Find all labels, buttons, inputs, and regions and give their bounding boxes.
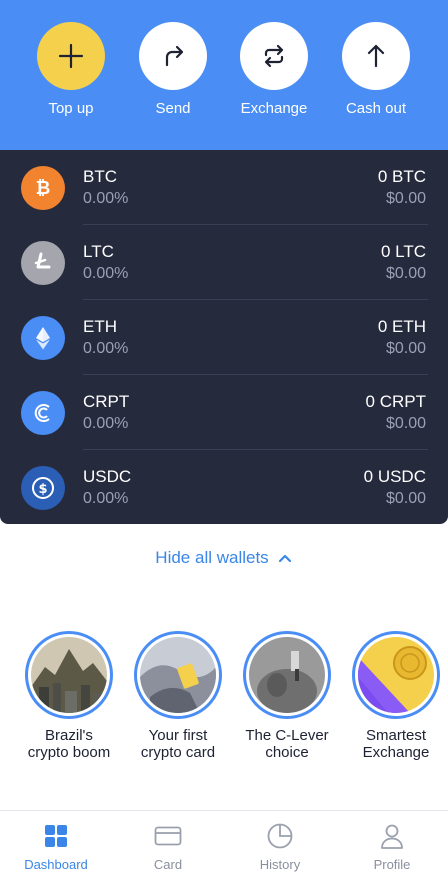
wallet-usd-value: $0.00	[385, 265, 426, 282]
svg-text:₿: ₿	[36, 178, 51, 199]
wallet-amount: 0 ETH	[377, 317, 426, 336]
top-up-button[interactable]: Top up	[26, 22, 116, 117]
story-thumbnail-image	[140, 637, 216, 713]
wallet-symbol: USDC	[83, 467, 132, 486]
story-c-lever-choice[interactable]: The C-Lever choice	[232, 631, 342, 761]
tab-profile[interactable]: Profile	[336, 811, 448, 884]
wallet-symbol: LTC	[83, 242, 114, 261]
wallet-row-btc[interactable]: ₿ BTC 0.00% 0 BTC $0.00	[0, 150, 448, 225]
tab-history[interactable]: History	[224, 811, 336, 884]
story-title: The C-Lever choice	[245, 727, 329, 761]
wallet-percent: 0.00%	[83, 415, 129, 432]
hide-wallets-label: Hide all wallets	[155, 548, 269, 567]
cash-out-button[interactable]: Cash out	[331, 22, 421, 117]
wallet-percent: 0.00%	[83, 265, 129, 282]
wallet-usd-value: $0.00	[385, 190, 426, 207]
top-up-label: Top up	[48, 100, 94, 117]
story-ring	[25, 631, 113, 719]
usdc-icon: $	[21, 466, 65, 510]
ethereum-icon	[21, 316, 65, 360]
nav-label: Dashboard	[24, 857, 88, 872]
history-pie-icon	[267, 823, 293, 849]
litecoin-icon	[21, 241, 65, 285]
nav-label: Profile	[373, 857, 411, 872]
profile-icon	[381, 824, 403, 849]
story-thumbnail-image	[358, 637, 434, 713]
wallet-symbol: BTC	[83, 167, 117, 186]
dashboard-grid-icon	[45, 825, 67, 847]
wallet-percent: 0.00%	[83, 340, 129, 357]
hide-wallets-button[interactable]: Hide all wallets	[0, 548, 448, 568]
wallet-amount: 0 CRPT	[365, 392, 426, 411]
wallet-usd-value: $0.00	[385, 415, 426, 432]
tab-card[interactable]: Card	[112, 811, 224, 884]
wallet-row-crpt[interactable]: CRPT 0.00% 0 CRPT $0.00	[0, 375, 448, 450]
story-first-crypto-card[interactable]: Your first crypto card	[123, 631, 233, 761]
story-ring	[134, 631, 222, 719]
nav-label: Card	[153, 857, 183, 872]
plus-icon	[37, 22, 105, 90]
bottom-navigation: Dashboard Card History Profile	[0, 810, 448, 884]
story-title: Brazil's crypto boom	[27, 727, 111, 761]
action-bar: Top up Send Exchange Cash out	[0, 0, 448, 150]
arrow-up-icon	[342, 22, 410, 90]
card-icon	[154, 826, 182, 846]
crypterium-icon	[21, 391, 65, 435]
tab-dashboard[interactable]: Dashboard	[0, 811, 112, 884]
cash-out-label: Cash out	[345, 100, 407, 117]
story-smartest-exchange[interactable]: Smartest Exchange	[341, 631, 448, 761]
wallet-percent: 0.00%	[83, 190, 129, 207]
bitcoin-icon: ₿	[21, 166, 65, 210]
wallet-usd-value: $0.00	[385, 490, 426, 507]
wallet-row-eth[interactable]: ETH 0.00% 0 ETH $0.00	[0, 300, 448, 375]
wallet-symbol: CRPT	[83, 392, 130, 411]
exchange-button[interactable]: Exchange	[229, 22, 319, 117]
nav-label: History	[259, 857, 301, 872]
wallet-symbol: ETH	[83, 317, 117, 336]
story-thumbnail-image	[31, 637, 107, 713]
send-arrow-icon	[139, 22, 207, 90]
wallet-row-usdc[interactable]: $ USDC 0.00% 0 USDC $0.00	[0, 450, 448, 525]
send-button[interactable]: Send	[128, 22, 218, 117]
wallet-percent: 0.00%	[83, 490, 129, 507]
story-title: Smartest Exchange	[362, 727, 430, 761]
story-ring	[243, 631, 331, 719]
wallet-row-ltc[interactable]: LTC 0.00% 0 LTC $0.00	[0, 225, 448, 300]
send-label: Send	[155, 100, 191, 117]
wallet-amount: 0 BTC	[377, 167, 426, 186]
story-brazil-crypto-boom[interactable]: Brazil's crypto boom	[14, 631, 124, 761]
wallet-list: ₿ BTC 0.00% 0 BTC $0.00 LTC 0.00% 0 LTC …	[0, 150, 448, 524]
exchange-label: Exchange	[240, 100, 308, 117]
story-thumbnail-image	[249, 637, 325, 713]
exchange-icon	[240, 22, 308, 90]
wallet-amount: 0 LTC	[380, 242, 426, 261]
wallet-usd-value: $0.00	[385, 340, 426, 357]
wallet-amount: 0 USDC	[363, 467, 426, 486]
chevron-up-icon	[278, 554, 291, 563]
story-title: Your first crypto card	[140, 727, 216, 761]
story-ring	[352, 631, 440, 719]
svg-text:$: $	[38, 482, 47, 497]
